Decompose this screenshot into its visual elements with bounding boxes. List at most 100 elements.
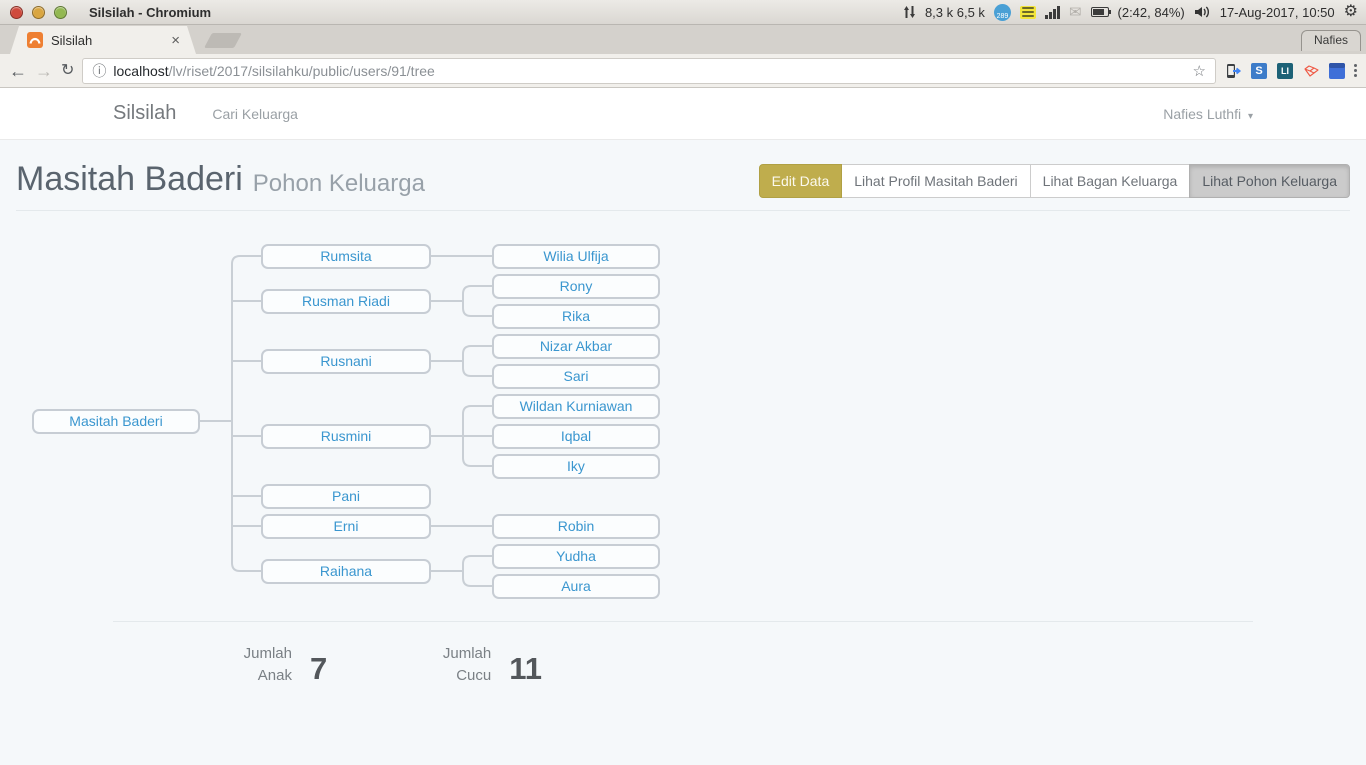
tree-node[interactable]: Pani bbox=[261, 484, 431, 509]
tree-node-label: Wildan Kurniawan bbox=[520, 398, 633, 414]
laravel-extension-icon[interactable] bbox=[1302, 62, 1320, 80]
tree-node-label: Pani bbox=[332, 488, 360, 504]
new-tab-button[interactable] bbox=[204, 33, 242, 48]
tree-node[interactable]: Masitah Baderi bbox=[32, 409, 200, 434]
window-controls bbox=[10, 6, 67, 19]
tree-node[interactable]: Wildan Kurniawan bbox=[492, 394, 660, 419]
tree-node[interactable]: Wilia Ulfija bbox=[492, 244, 660, 269]
tab-title: Silsilah bbox=[51, 33, 164, 48]
tab-silsilah[interactable]: Silsilah × bbox=[10, 26, 196, 54]
tree-node-label: Rony bbox=[560, 278, 593, 294]
app-navbar: Silsilah Cari Keluarga Nafies Luthfi ▾ bbox=[0, 88, 1366, 140]
browser-profile-badge[interactable]: Nafies bbox=[1301, 30, 1361, 51]
tree-node[interactable]: Rony bbox=[492, 274, 660, 299]
url-host: localhost bbox=[113, 63, 168, 79]
s-extension-icon[interactable]: S bbox=[1250, 62, 1268, 80]
window-close-button[interactable] bbox=[10, 6, 23, 19]
network-updown-icon[interactable] bbox=[903, 5, 916, 19]
tree-node-label: Rusmini bbox=[321, 428, 372, 444]
network-rate-text: 8,3 k 6,5 k bbox=[925, 5, 985, 20]
tree-node[interactable]: Nizar Akbar bbox=[492, 334, 660, 359]
tree-node[interactable]: Rusman Riadi bbox=[261, 289, 431, 314]
blue-extension-icon[interactable] bbox=[1328, 62, 1346, 80]
tree-node-label: Rika bbox=[562, 308, 590, 324]
tree-node-label: Robin bbox=[558, 518, 595, 534]
tree-node-label: Aura bbox=[561, 578, 591, 594]
edit-data-button[interactable]: Edit Data bbox=[759, 164, 843, 198]
user-dropdown[interactable]: Nafies Luthfi ▾ bbox=[1163, 106, 1253, 122]
lihat-pohon-button[interactable]: Lihat Pohon Keluarga bbox=[1189, 164, 1350, 198]
tree-node[interactable]: Rumsita bbox=[261, 244, 431, 269]
system-tray: 8,3 k 6,5 k 289 ✉ (2:42, 84%) 17-Aug-201… bbox=[903, 4, 1358, 21]
battery-text: (2:42, 84%) bbox=[1118, 5, 1185, 20]
tree-node-label: Rusnani bbox=[320, 353, 371, 369]
divider bbox=[16, 210, 1350, 211]
settings-gear-icon[interactable]: ⚙ bbox=[1344, 4, 1358, 20]
stat-label-cucu: Jumlah Cucu bbox=[427, 643, 491, 687]
tree-node[interactable]: Erni bbox=[261, 514, 431, 539]
tab-close-icon[interactable]: × bbox=[171, 33, 180, 48]
tree-node[interactable]: Rusnani bbox=[261, 349, 431, 374]
tree-node-label: Rumsita bbox=[320, 248, 371, 264]
page-title: Masitah Baderi bbox=[16, 161, 243, 198]
clock-text[interactable]: 17-Aug-2017, 10:50 bbox=[1220, 5, 1335, 20]
forward-button[interactable]: → bbox=[35, 62, 53, 80]
tree-node[interactable]: Sari bbox=[492, 364, 660, 389]
desktop-top-panel: Silsilah - Chromium 8,3 k 6,5 k 289 ✉ (2… bbox=[0, 0, 1366, 25]
messenger-badge-icon[interactable]: 289 bbox=[994, 4, 1011, 21]
window-title: Silsilah - Chromium bbox=[89, 5, 211, 20]
tree-node-label: Rusman Riadi bbox=[302, 293, 390, 309]
back-button[interactable]: ← bbox=[9, 62, 27, 80]
window-minimize-button[interactable] bbox=[32, 6, 45, 19]
tree-node[interactable]: Rika bbox=[492, 304, 660, 329]
nav-link-cari-keluarga[interactable]: Cari Keluarga bbox=[212, 106, 298, 122]
chevron-down-icon: ▾ bbox=[1248, 111, 1253, 122]
tree-node-label: Wilia Ulfija bbox=[543, 248, 608, 264]
family-tree: Wilia Ulfija Rumsita Rony Rika Rusman Riadi N… bbox=[16, 214, 1350, 612]
user-dropdown-label: Nafies Luthfi bbox=[1163, 106, 1241, 122]
web-page: Silsilah Cari Keluarga Nafies Luthfi ▾ M… bbox=[0, 88, 1366, 764]
bookmark-star-icon[interactable]: ☆ bbox=[1193, 62, 1206, 80]
lihat-bagan-button[interactable]: Lihat Bagan Keluarga bbox=[1030, 164, 1191, 198]
tree-node-label: Iky bbox=[567, 458, 585, 474]
tree-node[interactable]: Raihana bbox=[261, 559, 431, 584]
tree-node-label: Iqbal bbox=[561, 428, 591, 444]
tree-node-label: Erni bbox=[334, 518, 359, 534]
window-maximize-button[interactable] bbox=[54, 6, 67, 19]
tree-node[interactable]: Robin bbox=[492, 514, 660, 539]
tree-connectors bbox=[16, 214, 1350, 612]
signal-strength-icon[interactable] bbox=[1045, 6, 1060, 19]
xampp-favicon bbox=[26, 31, 44, 49]
tree-node-label: Yudha bbox=[556, 548, 596, 564]
tab-strip: Silsilah × Nafies bbox=[0, 25, 1366, 54]
send-to-phone-extension-icon[interactable] bbox=[1224, 62, 1242, 80]
playlist-indicator-icon[interactable] bbox=[1020, 6, 1036, 19]
divider bbox=[113, 621, 1253, 622]
volume-icon[interactable] bbox=[1194, 5, 1211, 19]
stat-label-anak: Jumlah Anak bbox=[228, 643, 292, 687]
lihat-profil-button[interactable]: Lihat Profil Masitah Baderi bbox=[841, 164, 1030, 198]
url-path: /lv/riset/2017/silsilahku/public/users/9… bbox=[169, 63, 435, 79]
app-brand[interactable]: Silsilah bbox=[113, 102, 176, 125]
battery-icon[interactable] bbox=[1091, 7, 1109, 17]
tree-node[interactable]: Iky bbox=[492, 454, 660, 479]
stat-value-cucu: 11 bbox=[509, 651, 542, 687]
tree-node[interactable]: Aura bbox=[492, 574, 660, 599]
tree-node[interactable]: Rusmini bbox=[261, 424, 431, 449]
tree-node[interactable]: Yudha bbox=[492, 544, 660, 569]
tree-node[interactable]: Iqbal bbox=[492, 424, 660, 449]
tree-node-label: Masitah Baderi bbox=[69, 413, 162, 429]
tree-node-label: Nizar Akbar bbox=[540, 338, 612, 354]
address-bar[interactable]: ⓘ localhost/lv/riset/2017/silsilahku/pub… bbox=[82, 58, 1216, 84]
tree-node-label: Sari bbox=[564, 368, 589, 384]
stat-value-anak: 7 bbox=[310, 651, 327, 687]
mail-indicator-icon[interactable]: ✉ bbox=[1069, 5, 1082, 20]
page-subtitle: Pohon Keluarga bbox=[253, 170, 425, 198]
reload-button[interactable]: ↻ bbox=[61, 63, 74, 79]
browser-menu-icon[interactable] bbox=[1354, 64, 1357, 77]
li-extension-icon[interactable]: LI bbox=[1276, 62, 1294, 80]
stats-row: Jumlah Anak 7 Jumlah Cucu 11 bbox=[113, 643, 1253, 687]
site-info-icon[interactable]: ⓘ bbox=[92, 61, 106, 81]
browser-toolbar: ← → ↻ ⓘ localhost/lv/riset/2017/silsilah… bbox=[0, 54, 1366, 88]
tree-node-label: Raihana bbox=[320, 563, 372, 579]
